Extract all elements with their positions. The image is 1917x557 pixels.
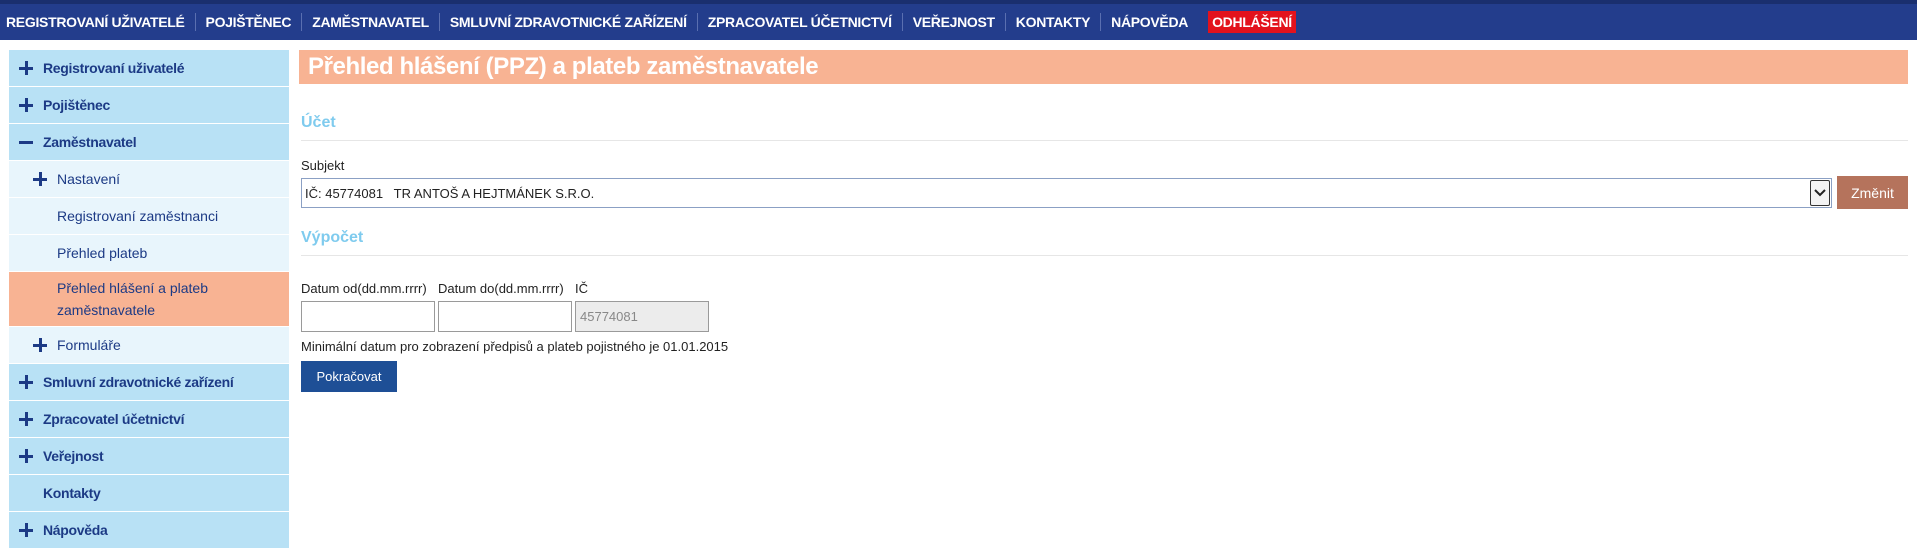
section-heading-ucet: Účet — [301, 114, 1908, 141]
top-navigation-bar: REGISTROVANÍ UŽIVATELÉ POJIŠTĚNEC ZAMĚST… — [0, 0, 1917, 40]
sidebar-item-pojistenec[interactable]: Pojištěnec — [9, 87, 289, 124]
plus-icon — [33, 338, 47, 352]
sidebar-item-label: Kontakty — [43, 485, 101, 501]
minimum-date-hint: Minimální datum pro zobrazení předpisů a… — [301, 339, 729, 354]
plus-icon — [33, 172, 47, 186]
topnav-zamestnavatel[interactable]: ZAMĚSTNAVATEL — [302, 13, 440, 31]
minus-icon — [19, 135, 33, 149]
date-from-label: Datum od(dd.mm.rrrr) — [301, 281, 427, 296]
chevron-down-icon[interactable] — [1810, 180, 1830, 206]
sidebar-item-label: Zaměstnavatel — [43, 134, 137, 150]
main-content: Přehled hlášení (PPZ) a plateb zaměstnav… — [299, 50, 1908, 392]
subjekt-select[interactable]: IČ: 45774081 TR ANTOŠ A HEJTMÁNEK S.R.O. — [301, 178, 1832, 208]
topnav-kontakty[interactable]: KONTAKTY — [1006, 13, 1102, 31]
ic-input — [575, 301, 709, 332]
plus-icon — [19, 523, 33, 537]
date-labels-row: Datum od(dd.mm.rrrr) Datum do(dd.mm.rrrr… — [301, 281, 1908, 296]
topnav-smluvni-zdravotnicke-zarizeni[interactable]: SMLUVNÍ ZDRAVOTNICKÉ ZAŘÍZENÍ — [440, 13, 698, 31]
section-heading-vypocet: Výpočet — [301, 229, 1908, 256]
sidebar-item-label: Zpracovatel účetnictví — [43, 411, 185, 427]
topnav-napoveda[interactable]: NÁPOVĚDA — [1101, 13, 1198, 31]
topnav-zpracovatel-ucetnictvi[interactable]: ZPRACOVATEL ÚČETNICTVÍ — [698, 13, 903, 31]
plus-icon — [19, 375, 33, 389]
sidebar: Registrovaní uživatelé Pojištěnec Zaměst… — [9, 50, 289, 549]
date-to-label: Datum do(dd.mm.rrrr) — [438, 281, 564, 296]
sidebar-item-label: Smluvní zdravotnické zařízení — [43, 374, 234, 390]
sidebar-item-label: Registrovaní zaměstnanci — [57, 208, 219, 224]
plus-icon — [19, 412, 33, 426]
sidebar-item-registrovani-uzivatele[interactable]: Registrovaní uživatelé — [9, 50, 289, 87]
date-to-input[interactable] — [438, 301, 572, 332]
sidebar-item-label: Veřejnost — [43, 448, 104, 464]
change-subject-button[interactable]: Změnit — [1837, 176, 1908, 209]
sidebar-item-label: Pojištěnec — [43, 97, 111, 113]
sidebar-item-zamestnavatel[interactable]: Zaměstnavatel — [9, 124, 289, 161]
sidebar-item-registrovani-zamestnanci[interactable]: Registrovaní zaměstnanci — [9, 198, 289, 235]
continue-button[interactable]: Pokračovat — [301, 361, 397, 392]
sidebar-item-label: Přehled plateb — [57, 245, 148, 261]
sidebar-item-kontakty[interactable]: Kontakty — [9, 475, 289, 512]
sidebar-item-verejnost[interactable]: Veřejnost — [9, 438, 289, 475]
subjekt-select-value: IČ: 45774081 TR ANTOŠ A HEJTMÁNEK S.R.O. — [305, 185, 595, 201]
sidebar-item-nastaveni[interactable]: Nastavení — [9, 161, 289, 198]
top-nav: REGISTROVANÍ UŽIVATELÉ POJIŠTĚNEC ZAMĚST… — [0, 4, 1917, 40]
plus-icon — [19, 98, 33, 112]
sidebar-item-napoveda[interactable]: Nápověda — [9, 512, 289, 549]
sidebar-item-zpracovatel-ucetnictvi[interactable]: Zpracovatel účetnictví — [9, 401, 289, 438]
plus-icon — [19, 449, 33, 463]
topnav-verejnost[interactable]: VEŘEJNOST — [903, 13, 1006, 31]
sidebar-item-label: Registrovaní uživatelé — [43, 60, 185, 76]
date-inputs-row — [301, 301, 1908, 332]
sidebar-item-prehled-plateb[interactable]: Přehled plateb — [9, 235, 289, 272]
sidebar-item-formulare[interactable]: Formuláře — [9, 327, 289, 364]
plus-icon — [19, 61, 33, 75]
sidebar-item-label: Nápověda — [43, 522, 108, 538]
subjekt-row: IČ: 45774081 TR ANTOŠ A HEJTMÁNEK S.R.O.… — [301, 176, 1908, 209]
subjekt-label: Subjekt — [301, 158, 345, 173]
sidebar-item-label: Nastavení — [57, 171, 121, 187]
topnav-registrovani-uzivatele[interactable]: REGISTROVANÍ UŽIVATELÉ — [6, 13, 196, 31]
sidebar-item-label: Přehled hlášení a plateb zaměstnavatele — [57, 280, 208, 318]
logout-button[interactable]: ODHLÁŠENÍ — [1208, 11, 1296, 33]
page-title: Přehled hlášení (PPZ) a plateb zaměstnav… — [299, 50, 1908, 84]
sidebar-item-prehled-hlaseni-a-plateb[interactable]: Přehled hlášení a plateb zaměstnavatele — [9, 272, 289, 327]
topnav-pojistenec[interactable]: POJIŠTĚNEC — [196, 13, 303, 31]
sidebar-item-smluvni-zdravotnicke-zarizeni[interactable]: Smluvní zdravotnické zařízení — [9, 364, 289, 401]
sidebar-item-label: Formuláře — [57, 337, 121, 353]
date-from-input[interactable] — [301, 301, 435, 332]
ic-label: IČ — [575, 281, 588, 296]
